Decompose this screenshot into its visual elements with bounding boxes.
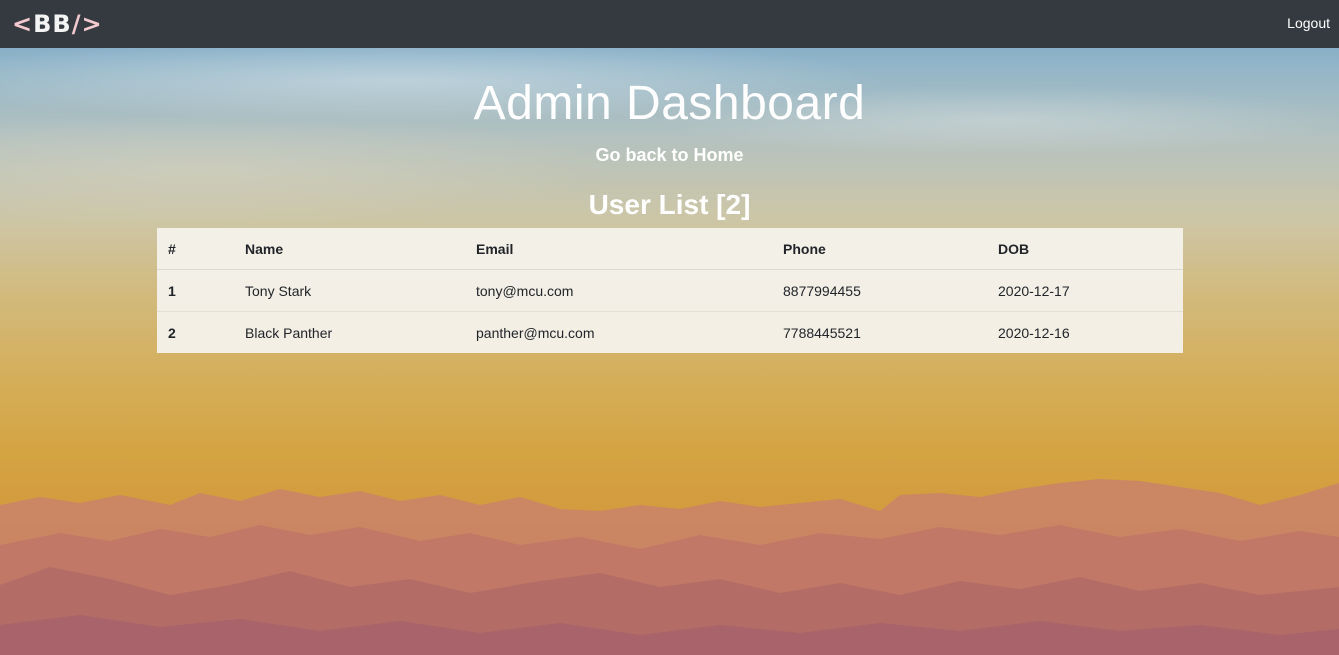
cell-index: 2 bbox=[168, 324, 176, 341]
user-list-title: User List [2] bbox=[588, 189, 751, 220]
header-dob: DOB bbox=[987, 228, 1183, 270]
table-row: 2 Black Panther panther@mcu.com 77884455… bbox=[157, 312, 1183, 354]
header-email: Email bbox=[465, 228, 772, 270]
brand-text: BB bbox=[33, 10, 72, 38]
page-title: Admin Dashboard bbox=[473, 77, 866, 130]
user-table-container: # Name Email Phone DOB 1 Tony Stark tony… bbox=[157, 228, 1183, 353]
header-phone: Phone bbox=[772, 228, 987, 270]
cell-email: panther@mcu.com bbox=[476, 324, 595, 341]
cell-name: Black Panther bbox=[245, 324, 333, 341]
logout-link[interactable]: Logout bbox=[1287, 15, 1330, 31]
brand-open-bracket: < bbox=[12, 10, 34, 38]
top-navbar: < BB /> Logout bbox=[0, 0, 1339, 48]
header-index: # bbox=[157, 228, 234, 270]
brand-close-bracket: /> bbox=[71, 10, 103, 38]
cell-dob: 2020-12-17 bbox=[987, 269, 1183, 312]
cell-index: 1 bbox=[157, 269, 234, 312]
home-link-row: Go back to Home bbox=[0, 144, 1339, 166]
cell-email: tony@mcu.com bbox=[465, 269, 772, 312]
brand-logo[interactable]: < BB /> bbox=[12, 8, 103, 40]
user-table: # Name Email Phone DOB 1 Tony Stark tony… bbox=[157, 228, 1183, 353]
cell-phone: 7788445521 bbox=[783, 324, 861, 341]
table-header-row: # Name Email Phone DOB bbox=[157, 228, 1183, 270]
mountains-illustration bbox=[0, 479, 1339, 655]
header-name: Name bbox=[234, 228, 465, 270]
go-back-home-link[interactable]: Go back to Home bbox=[595, 145, 743, 165]
table-row: 1 Tony Stark tony@mcu.com 8877994455 202… bbox=[157, 269, 1183, 312]
cell-name: Tony Stark bbox=[234, 269, 465, 312]
cell-phone: 8877994455 bbox=[772, 269, 987, 312]
cell-dob: 2020-12-16 bbox=[998, 324, 1070, 341]
